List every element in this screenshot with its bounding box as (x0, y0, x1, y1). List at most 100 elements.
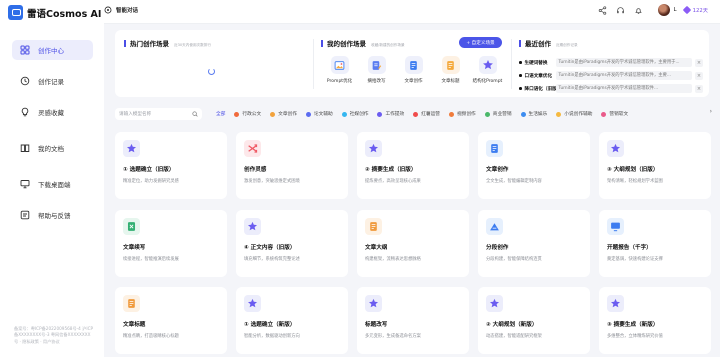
chat-link[interactable]: 智能对话 (104, 6, 138, 14)
sidebar-item-creation-records[interactable]: 创作记录 (12, 71, 93, 91)
sidebar-footer: 备案号：粤ICP备2022009568号-4 沪ICP备XXXXXXXX号-3 … (14, 325, 94, 344)
scene-card[interactable]: 文章大纲 构建框架，流畅表达思想脉络 (357, 209, 469, 277)
category-tab[interactable]: 小说创作辅助 (556, 111, 592, 117)
scene-card-title: ③ 大纲规划（旧版） (607, 167, 659, 173)
category-tab[interactable]: 全部 (216, 111, 225, 117)
category-tab[interactable]: 视频创作 (448, 111, 476, 117)
recent-item[interactable]: 降口语化（旧版） Turnitin是由iParadigms开发的学术诚信管理软件… (519, 82, 703, 95)
search-input[interactable]: 请输入模型名称 (119, 111, 192, 117)
category-tab[interactable]: 社媒创作 (341, 111, 368, 117)
scene-card-desc: 精准点睛，打造吸睛核心标题 (123, 334, 179, 339)
file-icon (123, 295, 140, 312)
recent-item[interactable]: 生硬词替换 Turnitin是由iParadigms开发的学术诚信管理软件，主要… (519, 56, 703, 69)
category-tab[interactable]: 商业营销 (484, 111, 512, 117)
user-initial[interactable]: L (674, 7, 677, 13)
scene-card[interactable]: ① 选题确立（新版） 智能分析，数据驱动创新方向 (236, 287, 348, 354)
scene-card[interactable]: ① 选题确立（旧版） 精准定位，助力发掘研究灵感 (115, 132, 227, 199)
scene-card-desc: 构建框架，流畅表达思想脉络 (365, 256, 421, 262)
headset-icon[interactable] (615, 5, 626, 16)
scene-card-title: ③ 摘要生成（新版） (607, 322, 659, 328)
share-icon[interactable] (597, 5, 608, 16)
star-icon (478, 56, 497, 74)
doc-icon (486, 140, 503, 157)
category-dot-icon (448, 111, 454, 117)
scene-card-title: ① 选题确立（旧版） (123, 167, 175, 173)
header-actions: L 122天 (590, 4, 708, 16)
bell-icon[interactable] (633, 5, 644, 16)
custom-scene-button[interactable]: + 自定义场景 (459, 37, 502, 48)
scene-card[interactable]: 创作灵感 激发创意，突破思维定式困境 (236, 132, 348, 199)
scene-card-desc: 奠定基调，快速构建论证支撑 (607, 256, 663, 262)
pen-icon (367, 56, 386, 74)
sidebar-item-label: 帮助与反馈 (38, 212, 71, 220)
category-dot-icon (556, 111, 562, 117)
recent-list: 生硬词替换 Turnitin是由iParadigms开发的学术诚信管理软件，主要… (519, 56, 703, 95)
file-icon (365, 217, 382, 235)
category-tab[interactable]: 文章创作 (270, 111, 297, 117)
sidebar-item-help[interactable]: 帮助与反馈 (12, 205, 93, 225)
my-scene-rewrite[interactable]: 摘拾改写 (358, 56, 395, 84)
vip-badge[interactable]: 122天 (682, 5, 708, 15)
scene-card[interactable]: 标题改写多元变形，生成备选命名方案 (357, 287, 469, 354)
star-icon (365, 295, 382, 312)
close-icon[interactable]: × (695, 71, 703, 80)
sidebar-item-inspiration[interactable]: 灵感收藏 (12, 102, 93, 122)
scene-card[interactable]: 文章续写 续接进程，智能推演后续发展 (115, 209, 227, 277)
recent-subtitle: 近期创作记录 (556, 43, 578, 47)
my-scene-article[interactable]: 文章创作 (395, 56, 432, 84)
brand[interactable]: 雷语Cosmos AI (8, 5, 101, 20)
scene-card[interactable]: ② 摘要生成（旧版） 提炼要点，高效呈现核心成果 (357, 132, 469, 199)
category-tab[interactable]: 行政公文 (234, 111, 261, 117)
scene-card[interactable]: ④ 正文内容（旧版） 填充细节，系统构筑完整论述 (236, 209, 348, 277)
top-bar: 智能对话 L 122天 (104, 0, 720, 24)
scene-card[interactable]: 分段创作 分段构建，智能保障结构连贯 (478, 209, 590, 277)
category-tab[interactable]: 红薯运营 (413, 111, 440, 117)
sidebar-item-label: 下载桌面端 (38, 181, 71, 189)
star-icon (486, 295, 503, 312)
sidebar-item-label: 创作记录 (38, 78, 64, 86)
scene-card[interactable]: ③ 大纲规划（旧版） 架构清晰，轻松规划学术蓝图 (599, 132, 711, 199)
sidebar-item-label: 灵感收藏 (38, 109, 64, 117)
recent-item[interactable]: 口语文章优化 Turnitin是由iParadigms开发的学术诚信管理软件，主… (519, 69, 703, 82)
close-icon[interactable]: × (695, 84, 703, 93)
hot-scenes-title: 热门创作场景 (130, 40, 169, 48)
diamond-icon (682, 5, 691, 15)
star-icon (365, 140, 382, 157)
scene-card-title: ② 摘要生成（旧版） (365, 167, 417, 173)
avatar[interactable] (657, 4, 670, 16)
close-icon[interactable]: × (695, 58, 703, 67)
recent-header: 最近创作 近期创作记录 (519, 38, 578, 48)
category-dot-icon (305, 111, 311, 117)
scene-card-desc: 多元变形，生成备选命名方案 (365, 334, 421, 339)
category-tab[interactable]: 工作提效 (377, 111, 404, 117)
category-tab[interactable]: 论文辅助 (305, 111, 333, 117)
sidebar-item-my-docs[interactable]: 我的文档 (12, 138, 93, 158)
sidebar-item-creation-center[interactable]: 创作中心 (12, 40, 93, 60)
scene-card-desc: 架构清晰，轻松规划学术蓝图 (607, 179, 663, 184)
scene-card[interactable]: 文章标题 精准点睛，打造吸睛核心标题 (115, 287, 227, 354)
sidebar-nav: 创作中心 创作记录 灵感收藏 我的文档 下载桌面端 帮助与反馈 (12, 40, 93, 236)
chevron-right-icon[interactable]: › (710, 108, 712, 115)
my-scenes-list: Prompt优化 摘拾改写 文章创作 文章标题 结构化Prompt (321, 56, 506, 84)
my-scene-title[interactable]: 文章标题 (432, 56, 469, 84)
scene-card-desc: 智能分析，数据驱动创新方向 (244, 334, 300, 339)
category-tab[interactable]: 营销软文 (601, 111, 628, 117)
sidebar-item-label: 创作中心 (38, 47, 64, 55)
scene-card-title: 标题改写 (365, 322, 388, 328)
sidebar-item-download-desktop[interactable]: 下载桌面端 (12, 174, 93, 194)
my-scenes-header: 我的创作场景 收藏/新建的创作场景 (321, 38, 405, 48)
scene-card[interactable]: ③ 摘要生成（新版） 多维整合，立体精炼研究价值 (599, 287, 711, 354)
scene-card[interactable]: ② 大纲规划（新版） 动态搭建，智能适配研究框架 (478, 287, 590, 354)
my-scene-prompt-optimize[interactable]: Prompt优化 (321, 56, 358, 84)
category-dot-icon (341, 111, 347, 117)
scene-card[interactable]: 文章创作 全文生成，智能编辑定制内容 (478, 132, 590, 199)
category-dot-icon (234, 111, 240, 117)
scene-card-title: ② 大纲规划（新版） (486, 322, 538, 328)
category-tab[interactable]: 生活娱乐 (520, 111, 547, 117)
scene-card-desc: 精准定位，助力发掘研究灵感 (123, 179, 179, 184)
chat-icon (104, 6, 112, 14)
grid-icon (20, 45, 30, 55)
scene-card[interactable]: 开题报告（千字） 奠定基调，快速构建论证支撑 (599, 209, 711, 277)
my-scene-structured-prompt[interactable]: 结构化Prompt (469, 56, 506, 84)
model-search[interactable]: 请输入模型名称 (115, 108, 202, 120)
